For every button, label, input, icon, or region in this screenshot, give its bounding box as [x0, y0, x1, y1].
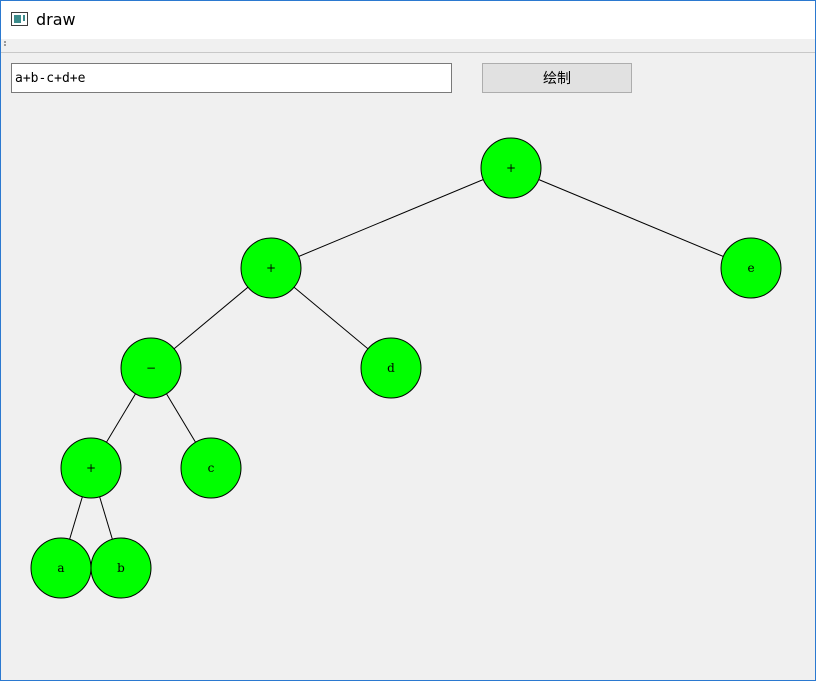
tree-node: e	[720, 237, 782, 299]
tree-node: d	[360, 337, 422, 399]
expression-tree-canvas: + + e − d + c a b	[30, 137, 782, 599]
tree-node: c	[180, 437, 242, 499]
tree-nodes: + + e − d + c a b	[30, 137, 782, 599]
expression-input[interactable]	[11, 63, 452, 93]
tree-node-label: d	[387, 361, 395, 375]
tree-node-label: −	[146, 361, 156, 375]
tree-edge	[270, 167, 512, 269]
tree-node-label: +	[266, 261, 276, 275]
tree-node: −	[120, 337, 182, 399]
tree-node-label: b	[117, 561, 125, 575]
tree-node: +	[60, 437, 122, 499]
tree-node-label: c	[208, 461, 215, 475]
tree-node: +	[480, 137, 542, 199]
tree-node: a	[30, 537, 92, 599]
tree-node: +	[240, 237, 302, 299]
app-window: draw ++e−d+cab 绘制	[0, 0, 816, 681]
tree-node-label: a	[57, 561, 64, 575]
tree-edge	[510, 167, 752, 269]
tree-node: b	[90, 537, 152, 599]
tree-node-label: +	[86, 461, 96, 475]
tree-node-label: e	[747, 261, 754, 275]
tree-node-label: +	[506, 161, 516, 175]
draw-button[interactable]: 绘制	[482, 63, 632, 93]
